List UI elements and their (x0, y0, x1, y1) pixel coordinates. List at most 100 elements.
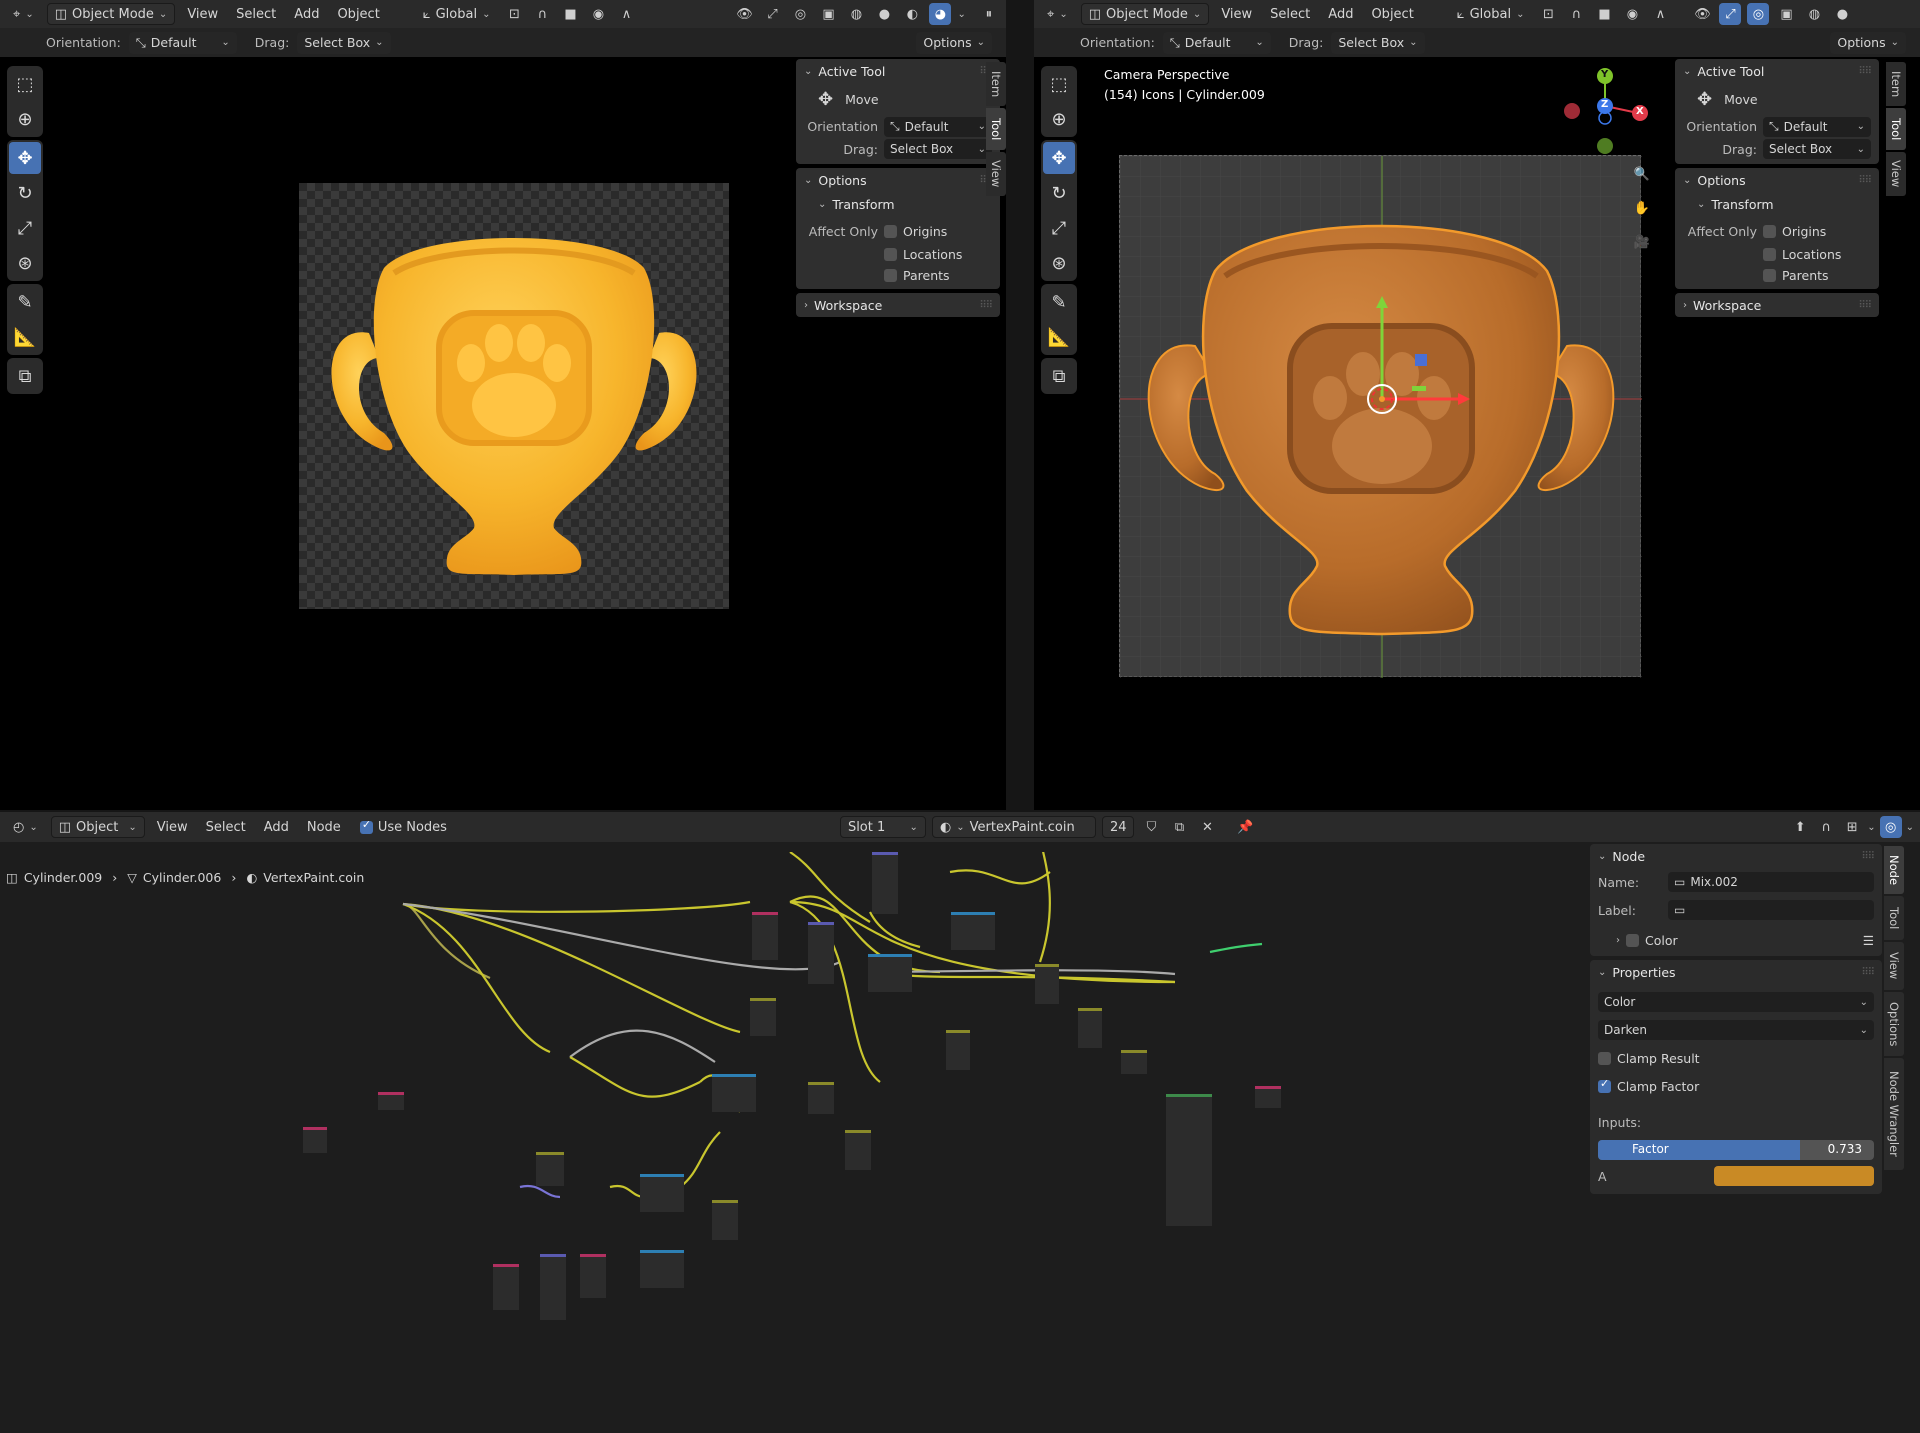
menu-view[interactable]: View (181, 3, 224, 25)
graph-node[interactable] (845, 1130, 871, 1170)
measure-icon[interactable]: 📐 (9, 321, 41, 353)
snap-icon[interactable]: ∩ (1565, 3, 1587, 25)
pivot-icon[interactable]: ⊡ (503, 3, 525, 25)
overlay-icon[interactable]: ◎ (1879, 816, 1902, 838)
parents-checkbox[interactable] (1763, 269, 1776, 282)
mode-dropdown[interactable]: ◫ Object Mode ⌄ (46, 3, 176, 25)
left-viewport[interactable]: ⌖ ⌄ ◫ Object Mode ⌄ View Select Add Object … (0, 0, 1006, 810)
rotate-icon[interactable]: ↻ (1043, 177, 1075, 209)
tab-item[interactable]: Item (986, 62, 1006, 106)
active-tool-header[interactable]: ⌄Active Tool⠿⠿ (796, 59, 1000, 83)
npanel-drag-dropdown[interactable]: Select Box ⌄ (884, 139, 992, 159)
gizmo-toggle-icon[interactable]: ⤢ (761, 3, 783, 25)
graph-node[interactable] (712, 1200, 738, 1240)
snap-target-icon[interactable]: ■ (559, 3, 581, 25)
orientation-dropdown[interactable]: ⤡ Default ⌄ (128, 31, 237, 54)
graph-node[interactable] (868, 954, 912, 992)
drag-dropdown[interactable]: Select Box ⌄ (1331, 31, 1425, 54)
drag-grip-icon[interactable]: ⠿⠿ (1858, 66, 1872, 77)
menu-add[interactable]: Add (1322, 3, 1359, 25)
graph-node[interactable] (808, 922, 834, 984)
properties-panel-header[interactable]: ⌄ Properties ⠿⠿ (1590, 960, 1882, 984)
graph-node[interactable] (1078, 1008, 1102, 1048)
xray-icon[interactable]: ▣ (817, 3, 839, 25)
options-dropdown[interactable]: Options ⌄ (916, 31, 992, 54)
pause-icon[interactable]: ⏸ (978, 3, 1000, 25)
cursor-icon[interactable]: ⊕ (1043, 103, 1075, 135)
tab-view[interactable]: View (1884, 942, 1904, 990)
transform-orientation-dropdown[interactable]: ⟀ Global ⌄ (416, 3, 498, 25)
tab-view[interactable]: View (986, 152, 1006, 196)
parent-icon[interactable]: ⬆ (1789, 816, 1811, 838)
proportional-edit-icon[interactable]: ◉ (587, 3, 609, 25)
options-dropdown[interactable]: Options ⌄ (1830, 31, 1906, 54)
npanel-orientation-dropdown[interactable]: ⤡ Default ⌄ (884, 116, 992, 137)
graph-node[interactable] (872, 852, 898, 914)
drag-grip-icon[interactable]: ⠿⠿ (1861, 967, 1875, 978)
graph-node[interactable] (712, 1074, 756, 1112)
measure-icon[interactable]: 📐 (1043, 321, 1075, 353)
graph-node[interactable] (493, 1264, 519, 1310)
graph-node[interactable] (1121, 1050, 1147, 1074)
npanel-orientation-dropdown[interactable]: ⤡ Default ⌄ (1763, 116, 1871, 137)
graph-node[interactable] (752, 912, 778, 960)
orientation-dropdown[interactable]: ⤡ Default ⌄ (1162, 31, 1271, 54)
locations-checkbox[interactable] (1763, 248, 1776, 261)
shading-wireframe-icon[interactable]: ◍ (1803, 3, 1825, 25)
tab-node[interactable]: Node (1884, 846, 1904, 894)
shading-solid-icon[interactable]: ● (873, 3, 895, 25)
clamp-result-checkbox[interactable] (1598, 1051, 1611, 1065)
graph-node[interactable] (946, 1030, 970, 1070)
falloff-icon[interactable]: ∧ (615, 3, 637, 25)
color-a-swatch[interactable] (1714, 1166, 1874, 1186)
drag-dropdown[interactable]: Select Box ⌄ (297, 31, 391, 54)
scale-icon[interactable]: ⤢ (9, 212, 41, 244)
chevron-down-icon[interactable]: ⌄ (957, 9, 965, 20)
drag-grip-icon[interactable]: ⠿⠿ (1858, 300, 1872, 311)
snap-target-icon[interactable]: ■ (1593, 3, 1615, 25)
annotate-icon[interactable]: ✎ (9, 286, 41, 318)
tab-tool[interactable]: Tool (1886, 108, 1906, 150)
node-label-field[interactable]: ▭ (1668, 900, 1874, 920)
drag-grip-icon[interactable]: ⠿⠿ (979, 300, 993, 311)
tab-item[interactable]: Item (1886, 62, 1906, 106)
tab-tool[interactable]: Tool (986, 108, 1006, 150)
scale-icon[interactable]: ⤢ (1043, 212, 1075, 244)
editor-type-button[interactable]: ⌖ ⌄ (6, 3, 41, 25)
graph-node[interactable] (536, 1152, 564, 1186)
graph-node[interactable] (951, 912, 995, 950)
factor-slider[interactable]: Factor 0.733 (1598, 1140, 1874, 1160)
menu-view[interactable]: View (1215, 3, 1258, 25)
falloff-icon[interactable]: ∧ (1649, 3, 1671, 25)
overlay-icon[interactable]: ◎ (789, 3, 811, 25)
select-box-icon[interactable]: ⬚ (9, 68, 41, 100)
shading-wireframe-icon[interactable]: ◍ (845, 3, 867, 25)
transform-icon[interactable]: ⊛ (9, 247, 41, 279)
workspace-header[interactable]: › Workspace ⠿⠿ (1675, 293, 1879, 317)
camera-icon[interactable]: 🎥 (1628, 228, 1656, 256)
gizmo-toggle-icon[interactable]: ⤢ (1719, 3, 1742, 25)
annotate-icon[interactable]: ✎ (1043, 286, 1075, 318)
graph-node[interactable] (303, 1127, 327, 1153)
chevron-down-icon[interactable]: ⌄ (1867, 822, 1875, 833)
graph-node[interactable] (378, 1092, 404, 1110)
graph-node[interactable] (540, 1254, 566, 1320)
graph-node[interactable] (640, 1174, 684, 1212)
move-icon[interactable]: ✥ (9, 142, 41, 174)
graph-node[interactable] (1035, 964, 1059, 1004)
graph-node[interactable] (808, 1082, 834, 1114)
workspace-header[interactable]: › Workspace ⠿⠿ (796, 293, 1000, 317)
data-type-dropdown[interactable]: Color ⌄ (1598, 992, 1874, 1012)
drag-grip-icon[interactable]: ⠿⠿ (1861, 851, 1875, 862)
mode-dropdown[interactable]: ◫ Object Mode ⌄ (1080, 3, 1210, 25)
xray-icon[interactable]: ▣ (1775, 3, 1797, 25)
blend-mode-dropdown[interactable]: Darken ⌄ (1598, 1020, 1874, 1040)
visibility-icon[interactable]: 👁 (1691, 3, 1713, 25)
graph-node[interactable] (1166, 1094, 1212, 1226)
hand-pan-icon[interactable]: ✋ (1628, 194, 1656, 222)
overlay-icon[interactable]: ◎ (1747, 3, 1770, 25)
clamp-factor-checkbox[interactable] (1598, 1077, 1611, 1093)
menu-object[interactable]: Object (331, 3, 385, 25)
menu-select[interactable]: Select (1264, 3, 1316, 25)
node-editor[interactable]: ◴⌄ ◫Object⌄ View Select Add Node Use Nod… (0, 812, 1920, 1433)
